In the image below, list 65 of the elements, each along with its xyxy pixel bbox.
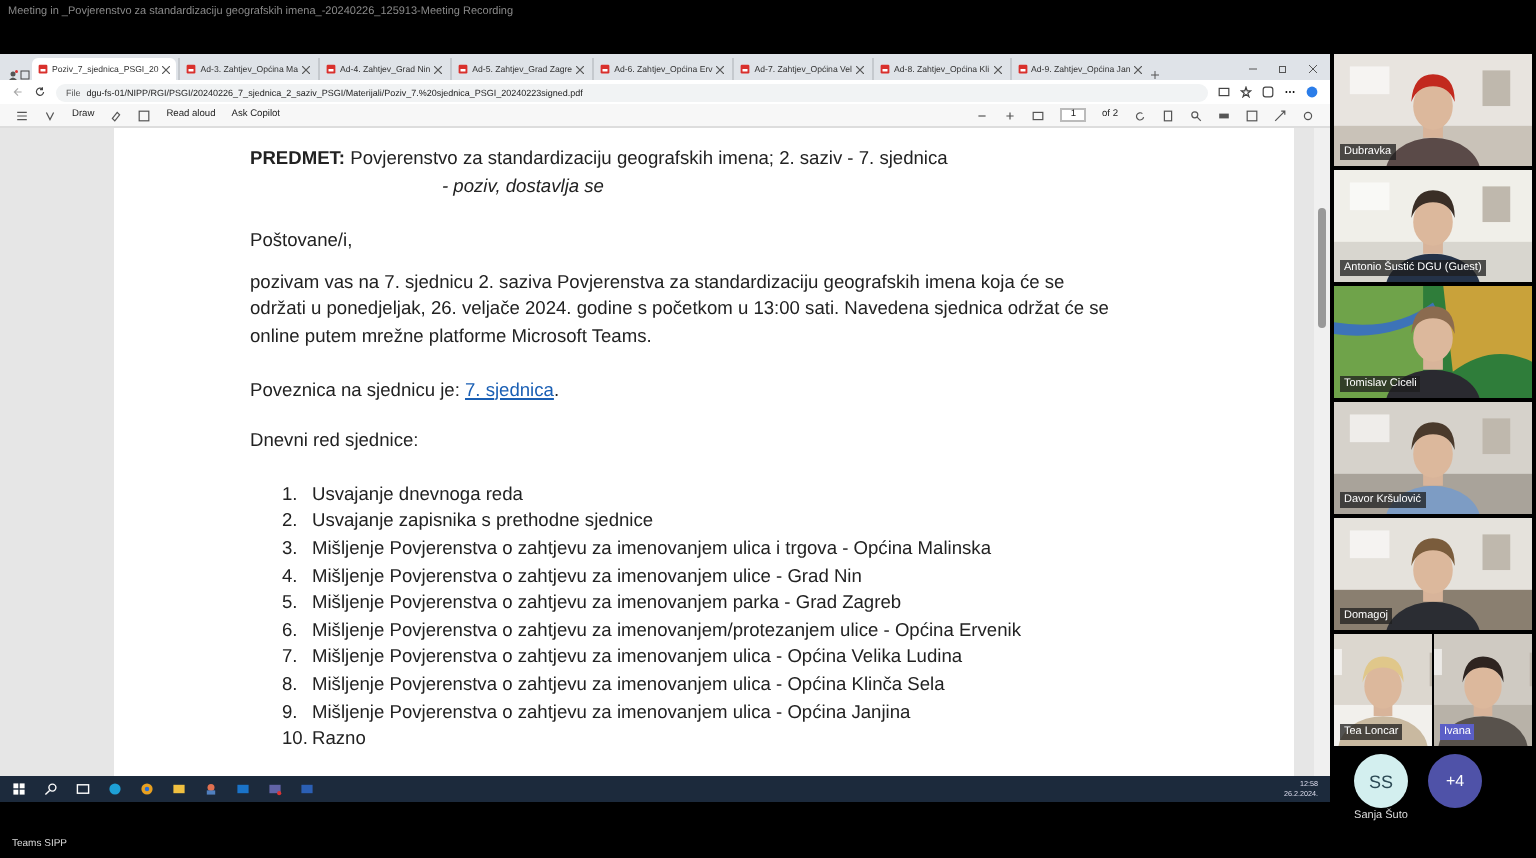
agenda-item: Mišljenje Povjerenstva o zahtjevu za imenovanjem ulice - Grad Nin bbox=[312, 563, 862, 590]
close-icon[interactable] bbox=[856, 65, 865, 73]
pdf-icon bbox=[1017, 64, 1028, 74]
pdf-icon bbox=[740, 64, 751, 74]
greeting: Poštovane/i, bbox=[250, 228, 355, 255]
agenda-item: Usvajanje dnevnoga reda bbox=[312, 481, 523, 508]
agenda-number: 10. bbox=[282, 726, 310, 753]
agenda-item: Mišljenje Povjerenstva o zahtjevu za imenovanjem ulica - Općina Velika Ludina bbox=[312, 644, 963, 671]
agenda-item: Mišljenje Povjerenstva o zahtjevu za imenovanjem ulica - Općina Klinča Sela bbox=[312, 671, 945, 698]
pdf-icon bbox=[880, 64, 891, 74]
close-icon[interactable] bbox=[302, 65, 311, 73]
agenda-number: 1. bbox=[282, 481, 300, 508]
agenda-number: 2. bbox=[282, 508, 300, 535]
agenda-number: 7. bbox=[282, 644, 300, 671]
close-icon[interactable] bbox=[1308, 64, 1318, 74]
participant-avatar: SS bbox=[1354, 754, 1408, 808]
agenda-number: 8. bbox=[282, 671, 300, 698]
pdf-icon bbox=[38, 64, 48, 74]
pdf-icon bbox=[326, 64, 337, 74]
start-icon[interactable] bbox=[12, 782, 26, 796]
rotate-icon[interactable] bbox=[1134, 109, 1146, 121]
zoom-out-icon[interactable] bbox=[976, 109, 989, 121]
restore-icon[interactable] bbox=[1278, 64, 1288, 74]
favorites-icon[interactable] bbox=[1240, 86, 1252, 98]
profile-icon[interactable] bbox=[8, 70, 18, 80]
agenda-number: 5. bbox=[282, 590, 300, 617]
invitation-paragraph: pozivam vas na 7. sjednicu 2. saziva Povjerenstva za standardizaciju geografskih imena koja će se održati u ponedjeljak, 26. veljače 2024. godine s početkom u 13:00 sati. Navedena sjednica održat će se online putem mrežne platforme Microsoft Teams. bbox=[250, 269, 1110, 350]
refresh-icon[interactable] bbox=[34, 86, 46, 98]
more-participants-button[interactable]: +4 bbox=[1428, 754, 1482, 808]
folder-icon[interactable] bbox=[172, 782, 186, 796]
pdf-icon bbox=[186, 64, 197, 74]
copilot-icon[interactable] bbox=[1306, 86, 1318, 98]
task-view-icon[interactable] bbox=[76, 782, 90, 796]
agenda-item: Mišljenje Povjerenstva o zahtjevu za imenovanjem ulica - Općina Janjina bbox=[312, 699, 911, 726]
people-icon[interactable] bbox=[204, 782, 218, 796]
agenda-number: 3. bbox=[282, 535, 300, 562]
close-icon[interactable] bbox=[993, 65, 1002, 73]
search-icon[interactable] bbox=[44, 782, 58, 796]
close-icon[interactable] bbox=[1134, 65, 1143, 73]
close-icon[interactable] bbox=[162, 65, 171, 73]
pdf-icon bbox=[458, 64, 469, 74]
agenda-number: 4. bbox=[282, 563, 300, 590]
meeting-link-line: Poveznica na sjednicu je: 7. sjednica. bbox=[250, 377, 562, 404]
contents-icon[interactable] bbox=[16, 109, 28, 121]
agenda-item: Mišljenje Povjerenstva o zahtjevu za imenovanjem parka - Grad Zagreb bbox=[312, 590, 902, 617]
agenda-number: 6. bbox=[282, 617, 300, 644]
pdf-icon bbox=[600, 64, 611, 74]
new-tab-icon[interactable] bbox=[1150, 70, 1161, 80]
fullscreen-icon[interactable] bbox=[1274, 109, 1286, 121]
close-icon[interactable] bbox=[576, 65, 585, 73]
scrollbar-thumb[interactable] bbox=[1318, 208, 1326, 328]
meeting-link[interactable]: 7. sjednica bbox=[465, 379, 554, 400]
search-icon[interactable] bbox=[1190, 109, 1202, 121]
agenda-item: Usvajanje zapisnika s prethodne sjednice bbox=[312, 508, 654, 535]
agenda-item: Mišljenje Povjerenstva o zahtjevu za imenovanjem ulica i trgova - Općina Malinska bbox=[312, 535, 991, 562]
eraser-icon[interactable] bbox=[110, 109, 123, 121]
agenda-item: Razno bbox=[312, 726, 366, 753]
close-icon[interactable] bbox=[434, 65, 443, 73]
subject-line: PREDMET: Povjerenstvo za standardizaciju geografskih imena; 2. saziv - 7. sjednica bbox=[250, 146, 950, 172]
subject-note: - poziv, dostavlja se bbox=[440, 173, 606, 200]
agenda-title: Dnevni red sjednice: bbox=[250, 428, 421, 455]
close-icon[interactable] bbox=[716, 65, 725, 73]
agenda-number: 9. bbox=[282, 699, 300, 725]
zoom-in-icon[interactable] bbox=[1004, 109, 1017, 121]
agenda-item: Mišljenje Povjerenstva o zahtjevu za imenovanjem/protezanjem ulice - Općina Ervenik bbox=[312, 617, 1021, 644]
